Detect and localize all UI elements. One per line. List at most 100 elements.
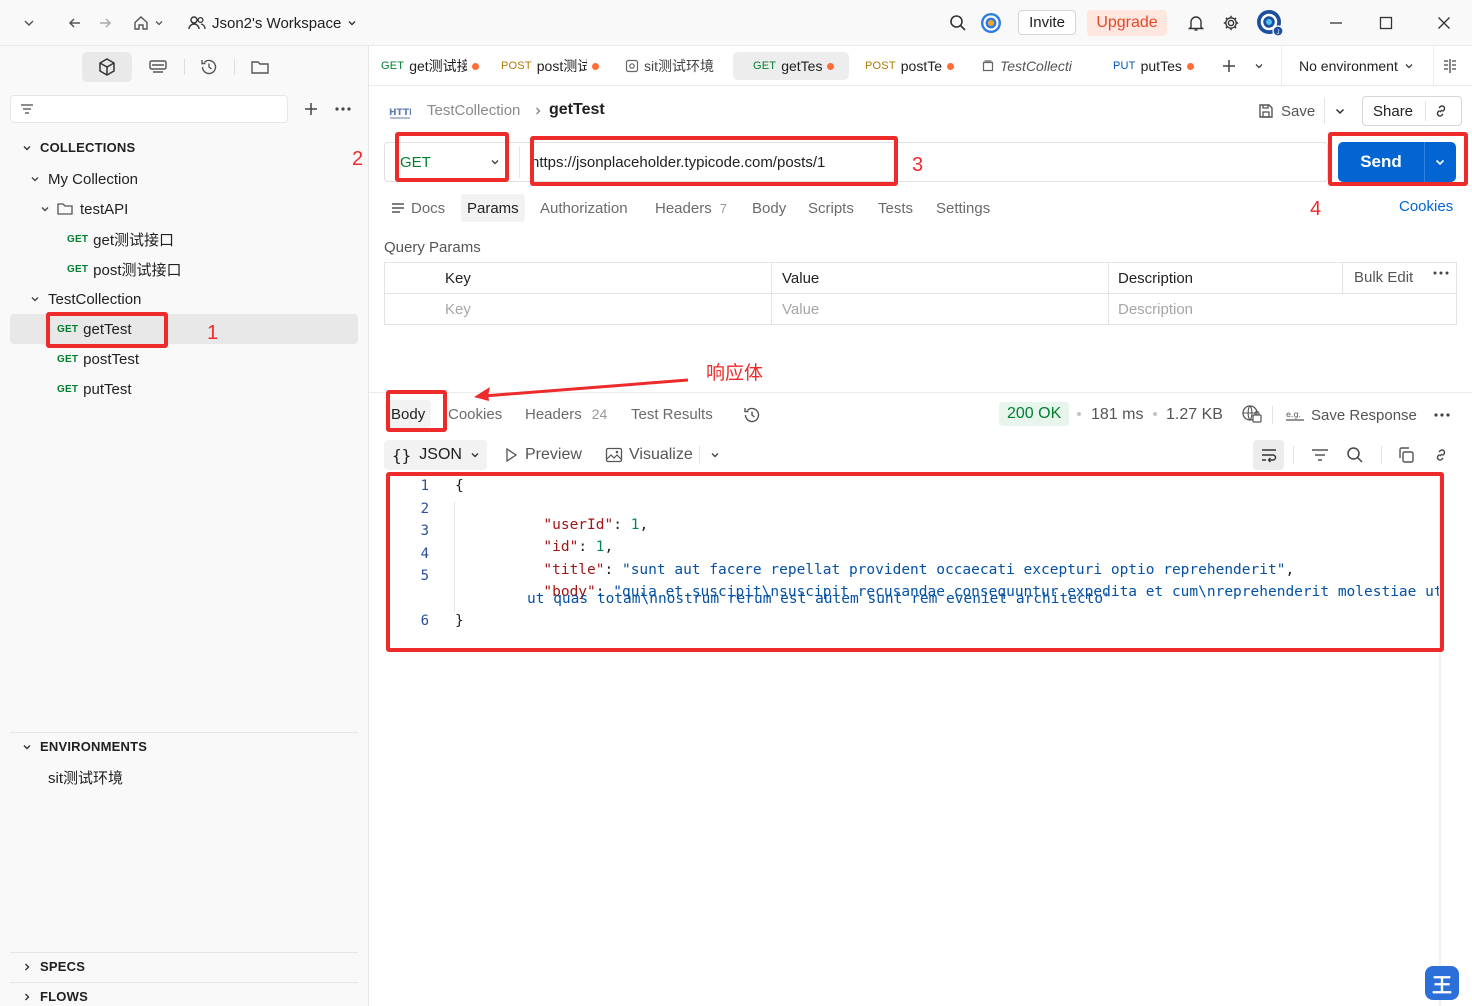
upgrade-button[interactable]: Upgrade: [1087, 10, 1167, 36]
network-globe-icon[interactable]: [1241, 404, 1263, 424]
close-icon[interactable]: [1424, 8, 1464, 38]
request-tab[interactable]: POST postTe: [865, 46, 961, 86]
wrap-lines-icon[interactable]: [1253, 440, 1284, 470]
tab-body[interactable]: Body: [746, 194, 792, 222]
search-icon[interactable]: [1342, 442, 1368, 468]
tree-item-request-selected[interactable]: GET getTest: [10, 314, 358, 344]
breadcrumb-parent[interactable]: TestCollection: [427, 102, 520, 119]
request-tab[interactable]: PUT putTes: [1113, 46, 1203, 86]
tree-item-request[interactable]: GET get测试接口: [10, 224, 358, 254]
response-history-icon[interactable]: [739, 402, 765, 428]
method-badge: POST: [501, 60, 532, 72]
breadcrumb-current[interactable]: getTest: [549, 101, 605, 119]
bell-icon[interactable]: [1184, 11, 1208, 35]
tree-item-test-collection[interactable]: TestCollection: [10, 284, 358, 314]
tab-docs[interactable]: Docs: [385, 194, 451, 222]
invite-button[interactable]: Invite: [1018, 10, 1076, 35]
tab-label: Settings: [936, 199, 991, 217]
tab-params[interactable]: Params: [461, 194, 525, 222]
key-input[interactable]: Key: [445, 301, 745, 318]
visualize-button[interactable]: Visualize: [601, 440, 697, 470]
response-tab-body[interactable]: Body: [385, 400, 432, 428]
history-view-button[interactable]: [191, 52, 227, 82]
share-button[interactable]: Share: [1362, 96, 1462, 126]
chevron-down-icon[interactable]: [18, 12, 40, 34]
status-badge[interactable]: 200 OK: [999, 402, 1070, 426]
chevron-down-icon: [471, 453, 479, 458]
search-icon[interactable]: [946, 11, 970, 35]
response-tab-cookies[interactable]: Cookies: [442, 400, 508, 428]
environments-section-header[interactable]: ENVIRONMENTS: [22, 739, 147, 754]
collection-tab[interactable]: TestCollecti: [981, 46, 1081, 86]
description-input[interactable]: Description: [1118, 301, 1418, 318]
link-icon[interactable]: [1428, 442, 1454, 468]
tab-authorization[interactable]: Authorization: [534, 194, 634, 222]
save-options-chevron-icon[interactable]: [1327, 96, 1353, 126]
more-options-icon[interactable]: [1433, 271, 1449, 275]
add-tab-icon[interactable]: [1217, 54, 1241, 78]
files-view-button[interactable]: [242, 52, 278, 82]
minimize-icon[interactable]: [1316, 8, 1356, 38]
back-arrow-icon[interactable]: [64, 12, 86, 34]
flows-section-header[interactable]: FLOWS: [22, 989, 88, 1004]
save-button[interactable]: Save: [1249, 96, 1321, 126]
filter-input[interactable]: [10, 95, 288, 123]
response-size[interactable]: 1.27 KB: [1166, 406, 1223, 424]
forward-arrow-icon[interactable]: [94, 12, 116, 34]
copy-icon[interactable]: [1393, 442, 1419, 468]
view-options-chevron-icon[interactable]: [704, 443, 726, 467]
tab-label: post测试: [536, 58, 587, 74]
url-input[interactable]: https://jsonplaceholder.typicode.com/pos…: [531, 144, 1321, 180]
send-options-chevron-icon[interactable]: [1428, 156, 1452, 168]
tab-headers[interactable]: Headers 7: [649, 194, 733, 222]
tab-list-chevron-icon[interactable]: [1247, 54, 1271, 78]
environment-quick-look-icon[interactable]: [1437, 54, 1463, 78]
link-icon[interactable]: [1433, 103, 1449, 119]
request-tab[interactable]: POST post测试: [501, 46, 607, 86]
send-button[interactable]: Send: [1338, 142, 1456, 182]
value-input[interactable]: Value: [782, 301, 1082, 318]
response-body-editor[interactable]: 1 { 2 "userId": 1, 3 "id": 1, 4 "title":…: [369, 476, 1443, 648]
method-select[interactable]: GET: [398, 144, 506, 180]
workspace-switcher[interactable]: Json2's Workspace: [184, 10, 361, 36]
bulk-edit-button[interactable]: Bulk Edit: [1354, 269, 1413, 286]
more-options-icon[interactable]: [330, 96, 356, 122]
collections-section-header[interactable]: COLLECTIONS: [22, 140, 135, 155]
tab-tests[interactable]: Tests: [872, 194, 919, 222]
tree-item-environment[interactable]: sit测试环境: [10, 762, 358, 792]
specs-section-header[interactable]: SPECS: [22, 959, 85, 974]
share-label: Share: [1373, 102, 1414, 120]
sync-status-icon[interactable]: [979, 11, 1003, 35]
environment-tab[interactable]: sit测试环境: [625, 46, 721, 86]
preview-button[interactable]: Preview: [499, 440, 586, 470]
tab-scripts[interactable]: Scripts: [802, 194, 860, 222]
cookies-link[interactable]: Cookies: [1399, 198, 1453, 215]
tree-item-label: My Collection: [48, 170, 139, 188]
collections-view-button[interactable]: [82, 52, 132, 82]
response-tab-test-results[interactable]: Test Results: [625, 400, 719, 428]
format-select[interactable]: {} JSON: [384, 440, 487, 470]
more-options-icon[interactable]: [1429, 402, 1455, 428]
avatar[interactable]: J: [1255, 8, 1285, 38]
filter-icon[interactable]: [1307, 442, 1333, 468]
response-tab-headers[interactable]: Headers 24: [519, 400, 613, 428]
response-time[interactable]: 181 ms: [1091, 406, 1143, 424]
save-response-button[interactable]: e.g. Save Response: [1281, 402, 1421, 428]
response-scrollbar[interactable]: [1439, 476, 1441, 1006]
environment-selector[interactable]: No environment: [1291, 54, 1427, 78]
home-icon[interactable]: [128, 12, 168, 34]
tree-item-request[interactable]: GET post测试接口: [10, 254, 358, 284]
add-icon[interactable]: [298, 96, 324, 122]
tab-settings[interactable]: Settings: [930, 194, 996, 222]
table-row-divider: [385, 293, 1456, 294]
request-tab[interactable]: GET get测试接: [381, 46, 491, 86]
tree-item-request[interactable]: GET putTest: [10, 374, 358, 404]
maximize-icon[interactable]: [1366, 8, 1406, 38]
environments-view-button[interactable]: [140, 52, 176, 82]
tree-item-my-collection[interactable]: My Collection: [10, 164, 358, 194]
gear-icon[interactable]: [1219, 11, 1243, 35]
tree-item-folder-testapi[interactable]: testAPI: [10, 194, 358, 224]
request-tab-active[interactable]: GET getTes: [733, 52, 849, 80]
tree-item-request[interactable]: GET postTest: [10, 344, 358, 374]
floating-assistant-badge[interactable]: 王: [1425, 966, 1459, 1000]
